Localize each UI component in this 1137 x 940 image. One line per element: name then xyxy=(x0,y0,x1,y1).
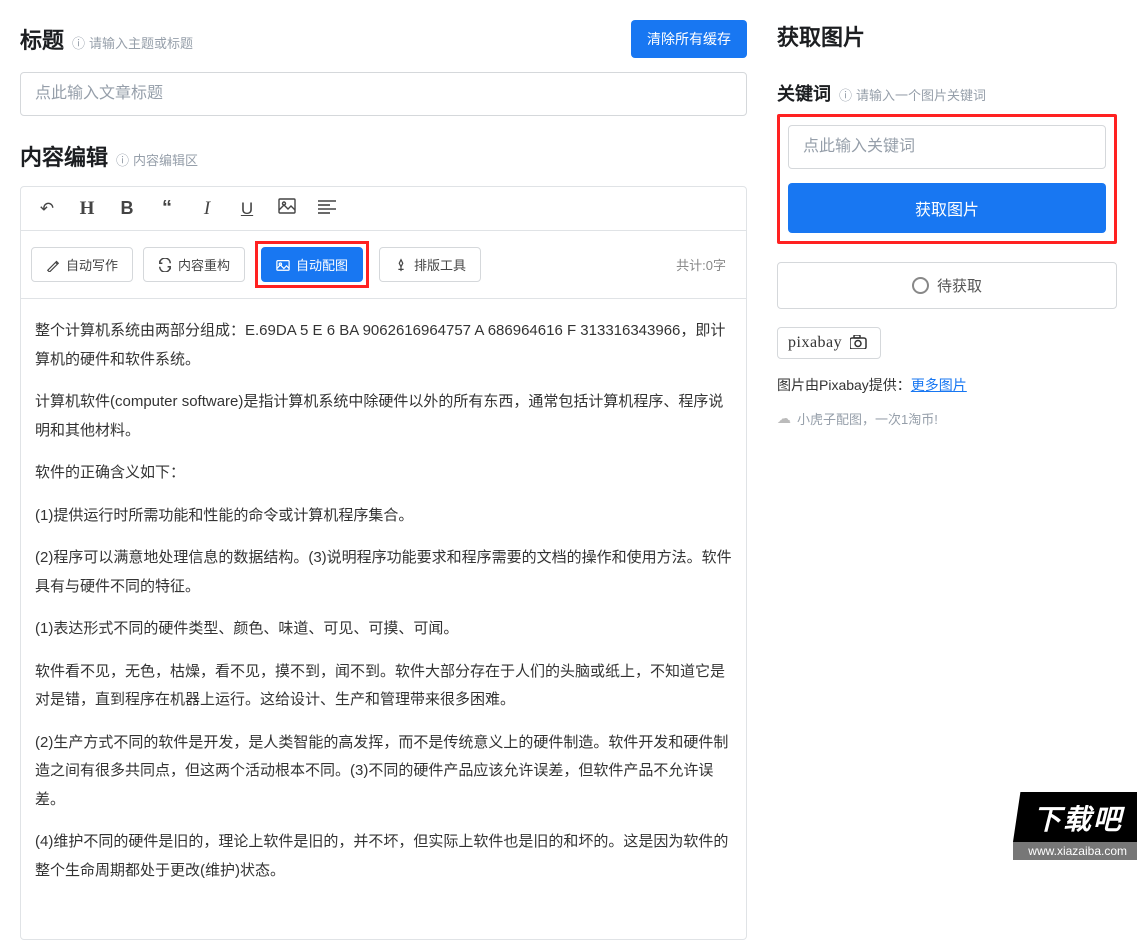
content-label: 内容编辑 xyxy=(20,140,108,172)
quote-icon[interactable]: “ xyxy=(157,197,177,220)
article-title-input[interactable] xyxy=(20,72,747,116)
paragraph: 计算机软件(computer software)是指计算机系统中除硬件以外的所有… xyxy=(35,388,732,445)
title-section-header: 标题 请输入主题或标题 清除所有缓存 xyxy=(20,20,747,58)
paragraph: (4)维护不同的硬件是旧的，理论上软件是旧的，并不坏，但实际上软件也是旧的和坏的… xyxy=(35,828,732,885)
pixabay-text: pixabay xyxy=(788,334,842,351)
highlight-auto-image: 自动配图 xyxy=(255,241,369,288)
pending-label: 待获取 xyxy=(937,275,982,296)
italic-icon[interactable]: I xyxy=(197,198,217,220)
fetch-image-title: 获取图片 xyxy=(777,20,1117,52)
watermark: 下载吧 www.xiazaiba.com xyxy=(1013,792,1137,860)
auto-write-label: 自动写作 xyxy=(66,255,118,274)
highlight-keyword-box: 获取图片 xyxy=(777,114,1117,244)
action-toolbar: 自动写作 内容重构 自动配图 排版工具 共计:0字 xyxy=(21,231,746,299)
paragraph: 整个计算机系统由两部分组成：E.69DA 5 E 6 BA 9062616964… xyxy=(35,317,732,374)
paragraph: (2)生产方式不同的软件是开发，是人类智能的高发挥，而不是传统意义上的硬件制造。… xyxy=(35,729,732,815)
content-hint: 内容编辑区 xyxy=(116,150,198,169)
restructure-label: 内容重构 xyxy=(178,255,230,274)
heading-icon[interactable]: H xyxy=(77,198,97,220)
provider-prefix: 图片由Pixabay提供： xyxy=(777,377,911,393)
tip-text: 小虎子配图，一次1淘币! xyxy=(797,409,938,428)
image-icon[interactable] xyxy=(277,198,297,219)
title-hint: 请输入主题或标题 xyxy=(72,33,193,52)
left-panel: 标题 请输入主题或标题 清除所有缓存 内容编辑 内容编辑区 ↶ H B “ I … xyxy=(20,20,747,840)
pixabay-badge: pixabay xyxy=(777,327,881,359)
editor-content[interactable]: 整个计算机系统由两部分组成：E.69DA 5 E 6 BA 9062616964… xyxy=(21,299,746,939)
keyword-label: 关键词 xyxy=(777,80,831,106)
paragraph: (1)表达形式不同的硬件类型、颜色、味道、可见、可摸、可闻。 xyxy=(35,615,732,644)
layout-tool-button[interactable]: 排版工具 xyxy=(379,247,481,282)
auto-image-button[interactable]: 自动配图 xyxy=(261,247,363,282)
bold-icon[interactable]: B xyxy=(117,198,137,219)
auto-write-button[interactable]: 自动写作 xyxy=(31,247,133,282)
layout-tool-label: 排版工具 xyxy=(414,255,466,274)
restructure-button[interactable]: 内容重构 xyxy=(143,247,245,282)
provider-line: 图片由Pixabay提供：更多图片 xyxy=(777,375,1117,395)
more-images-link[interactable]: 更多图片 xyxy=(911,377,967,393)
fetch-image-button[interactable]: 获取图片 xyxy=(788,183,1106,233)
underline-icon[interactable]: U xyxy=(237,199,257,219)
paragraph: 软件看不见，无色，枯燥，看不见，摸不到，闻不到。软件大部分存在于人们的头脑或纸上… xyxy=(35,658,732,715)
word-count: 共计:0字 xyxy=(676,255,736,274)
content-section-header: 内容编辑 内容编辑区 xyxy=(20,140,747,172)
paragraph: (2)程序可以满意地处理信息的数据结构。(3)说明程序功能要求和程序需要的文档的… xyxy=(35,544,732,601)
title-label: 标题 xyxy=(20,23,64,55)
keyword-hint: 请输入一个图片关键词 xyxy=(839,85,986,104)
watermark-title: 下载吧 xyxy=(1013,792,1137,842)
align-icon[interactable] xyxy=(317,199,337,219)
undo-icon[interactable]: ↶ xyxy=(37,199,57,219)
editor: ↶ H B “ I U 自动写作 内 xyxy=(20,186,747,940)
paragraph: 软件的正确含义如下： xyxy=(35,459,732,488)
watermark-url: www.xiazaiba.com xyxy=(1013,842,1137,860)
camera-icon xyxy=(850,335,870,349)
tip-line: 小虎子配图，一次1淘币! xyxy=(777,409,1117,428)
clear-cache-button[interactable]: 清除所有缓存 xyxy=(631,20,747,58)
paragraph: (1)提供运行时所需功能和性能的命令或计算机程序集合。 xyxy=(35,502,732,531)
right-panel: 获取图片 关键词 请输入一个图片关键词 获取图片 待获取 pixabay 图片由… xyxy=(777,20,1117,840)
keyword-input[interactable] xyxy=(788,125,1106,169)
auto-image-label: 自动配图 xyxy=(296,255,348,274)
pending-button[interactable]: 待获取 xyxy=(777,262,1117,309)
format-toolbar: ↶ H B “ I U xyxy=(21,187,746,231)
